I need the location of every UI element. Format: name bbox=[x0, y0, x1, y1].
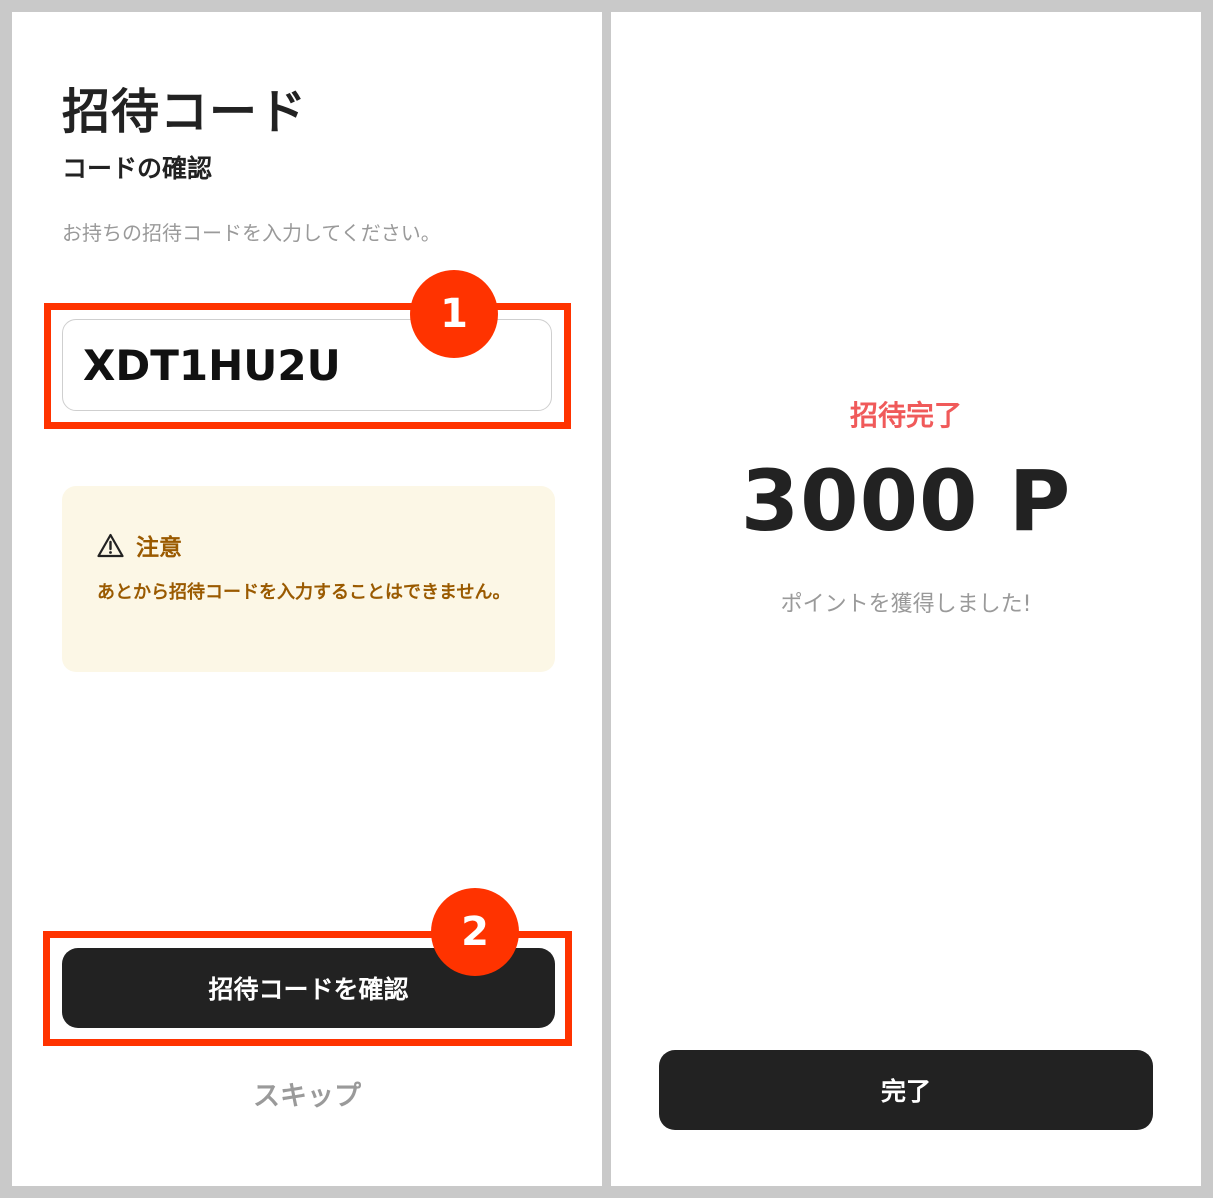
invite-code-screen: 招待コード コードの確認 お持ちの招待コードを入力してください。 1 注意 あと… bbox=[12, 12, 602, 1186]
skip-button[interactable]: スキップ bbox=[12, 1074, 602, 1113]
points-earned-message: ポイントを獲得しました! bbox=[780, 592, 1032, 617]
page-title: 招待コード bbox=[62, 84, 308, 140]
step-badge-1: 1 bbox=[410, 270, 498, 358]
invite-complete-label: 招待完了 bbox=[849, 399, 962, 432]
notice-message: あとから招待コードを入力することはできません。 bbox=[97, 582, 511, 603]
warning-triangle-icon bbox=[97, 533, 124, 557]
notice-header: 注意 bbox=[97, 528, 182, 562]
invite-complete-screen: 招待完了 3000 P ポイントを獲得しました! 完了 bbox=[611, 12, 1201, 1186]
points-value: 3000 P bbox=[740, 452, 1072, 550]
instruction-text: お持ちの招待コードを入力してください。 bbox=[62, 221, 441, 245]
warning-notice: 注意 あとから招待コードを入力することはできません。 bbox=[62, 486, 555, 672]
section-subtitle: コードの確認 bbox=[62, 154, 213, 183]
step-badge-2: 2 bbox=[431, 888, 519, 976]
notice-title: 注意 bbox=[136, 535, 182, 561]
done-button[interactable]: 完了 bbox=[659, 1050, 1153, 1130]
